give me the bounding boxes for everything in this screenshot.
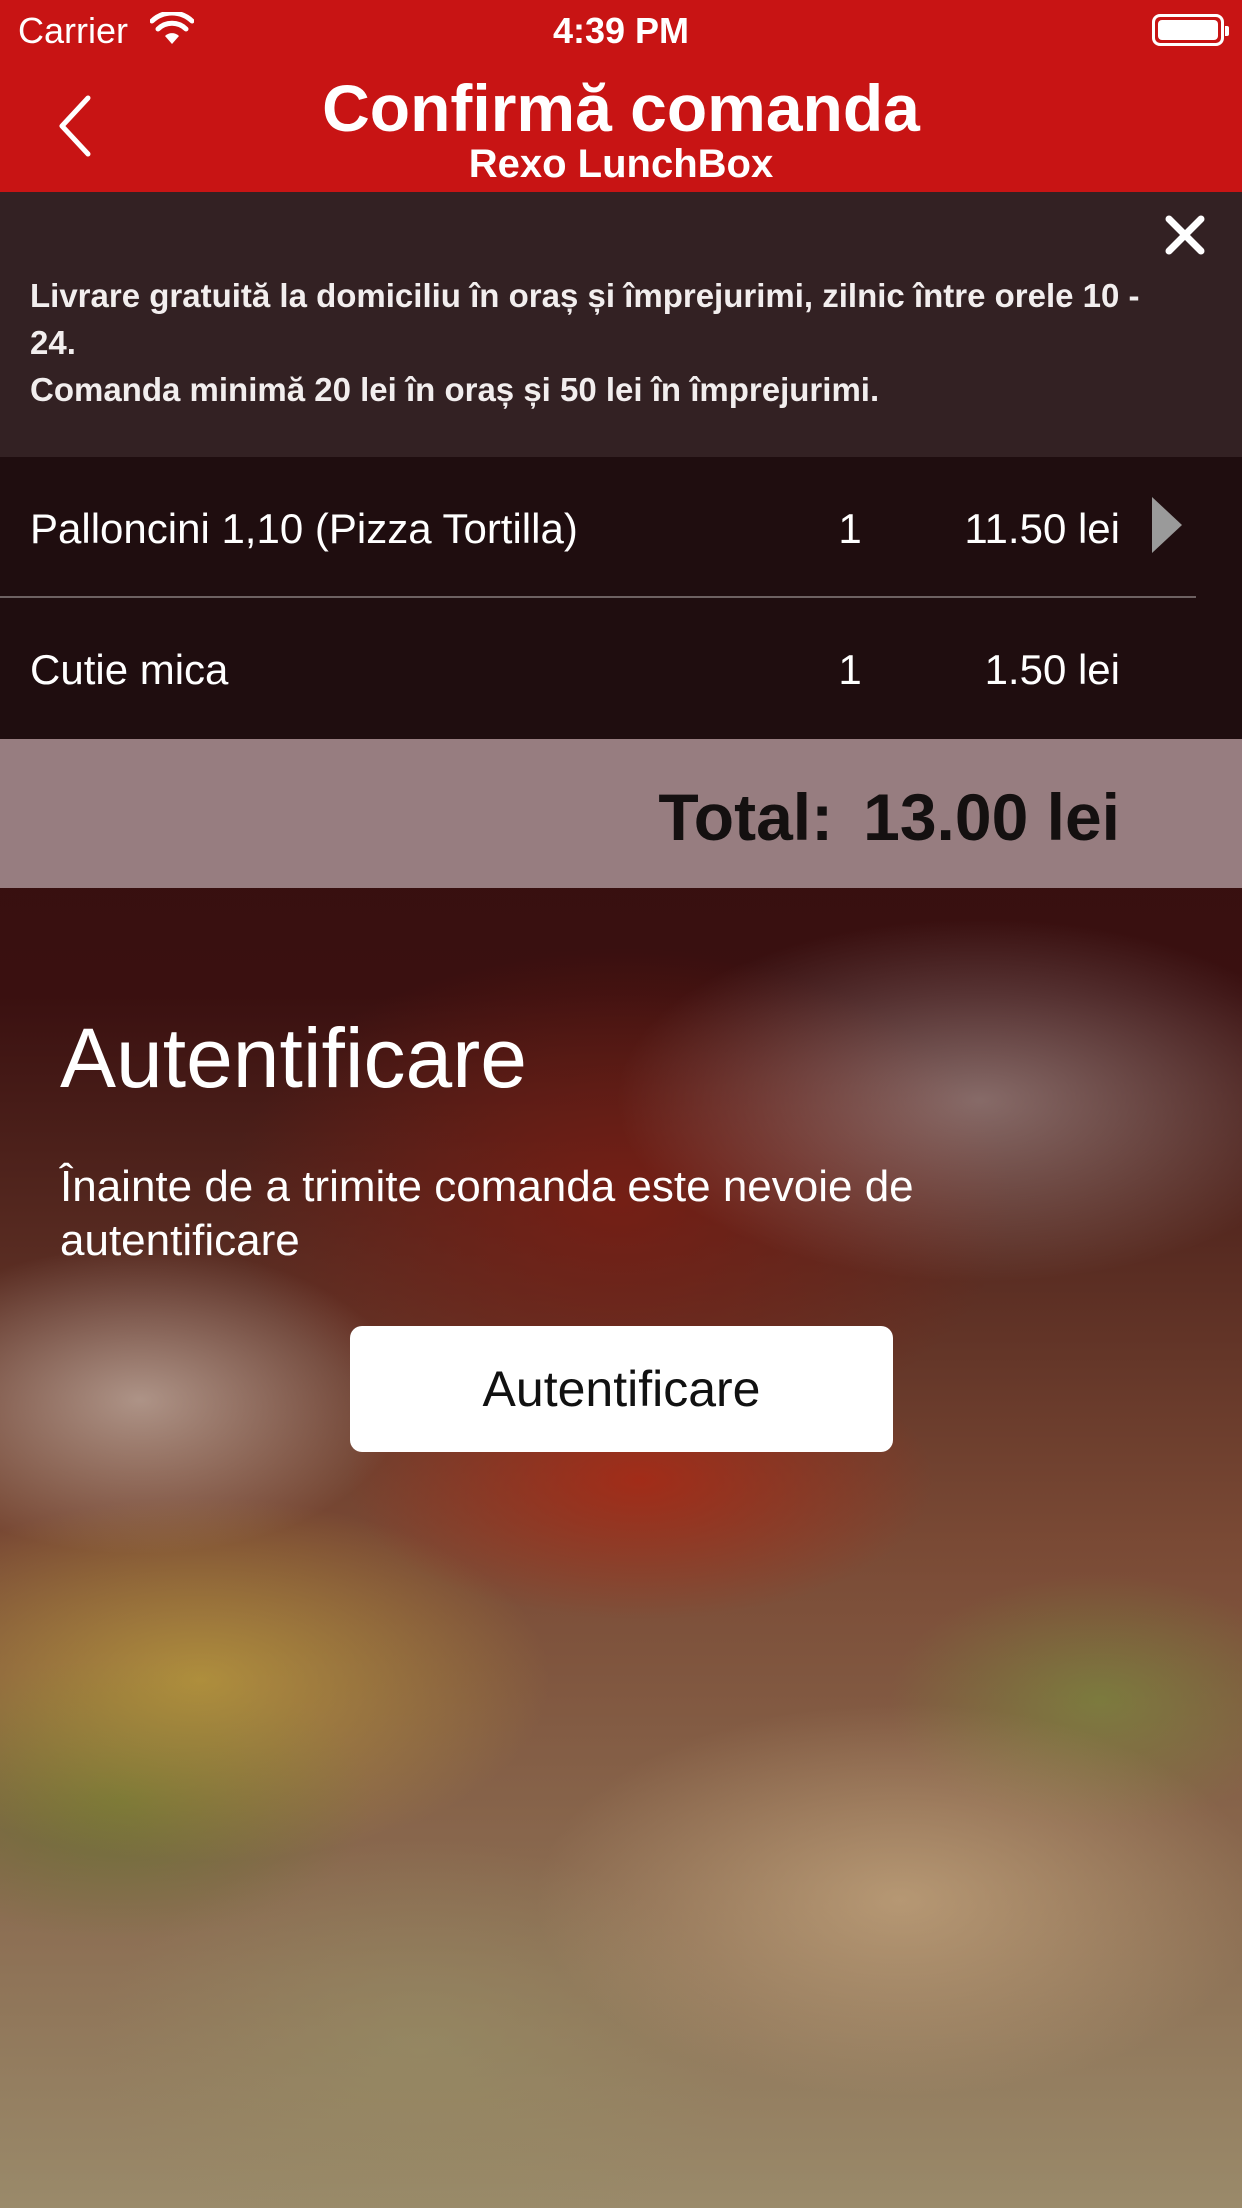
order-item-row[interactable]: Palloncini 1,10 (Pizza Tortilla) 1 11.50… bbox=[0, 457, 1242, 598]
login-button[interactable]: Autentificare bbox=[350, 1326, 893, 1452]
order-total: Total: 13.00 lei bbox=[658, 779, 1120, 855]
page-subtitle: Rexo LunchBox bbox=[468, 142, 774, 186]
close-icon bbox=[1165, 215, 1205, 255]
order-item-qty: 1 bbox=[838, 505, 862, 552]
order-item-title: Palloncini 1,10 bbox=[30, 505, 304, 552]
status-bar: Carrier 4:39 PM bbox=[0, 0, 1242, 60]
order-item-price: 1.50 lei bbox=[984, 646, 1120, 693]
order-list: Palloncini 1,10 (Pizza Tortilla) 1 11.50… bbox=[0, 457, 1242, 739]
delivery-info-text: Livrare gratuită la domiciliu în oraș și… bbox=[30, 272, 1190, 413]
nav-bar: Confirmă comanda Rexo LunchBox bbox=[0, 60, 1242, 192]
total-label: Total: bbox=[658, 780, 834, 854]
auth-description: Înainte de a trimite comanda este nevoie… bbox=[60, 1162, 914, 1265]
close-banner-button[interactable] bbox=[1162, 212, 1208, 258]
order-item-price: 11.50 lei bbox=[964, 505, 1120, 552]
minimum-order-line: Comanda minimă 20 lei în oraș și 50 lei … bbox=[30, 371, 880, 408]
order-item-name: Palloncini 1,10 (Pizza Tortilla) bbox=[30, 505, 578, 553]
page-title: Confirmă comanda bbox=[322, 71, 920, 145]
delivery-info-line: Livrare gratuită la domiciliu în oraș și… bbox=[30, 277, 1140, 361]
order-item-variant: (Pizza Tortilla) bbox=[314, 505, 578, 552]
total-bar: Total: 13.00 lei bbox=[0, 739, 1242, 888]
total-value: 13.00 lei bbox=[863, 780, 1120, 854]
auth-title: Autentificare bbox=[60, 1011, 527, 1105]
order-item-row[interactable]: Cutie mica 1 1.50 lei bbox=[0, 598, 1242, 738]
status-time: 4:39 PM bbox=[552, 10, 690, 51]
order-item-name: Cutie mica bbox=[30, 646, 229, 693]
order-item-qty: 1 bbox=[838, 646, 862, 693]
battery-icon bbox=[1152, 14, 1229, 46]
triangle-right-icon[interactable] bbox=[1152, 497, 1182, 553]
info-banner: Livrare gratuită la domiciliu în oraș și… bbox=[0, 192, 1242, 457]
